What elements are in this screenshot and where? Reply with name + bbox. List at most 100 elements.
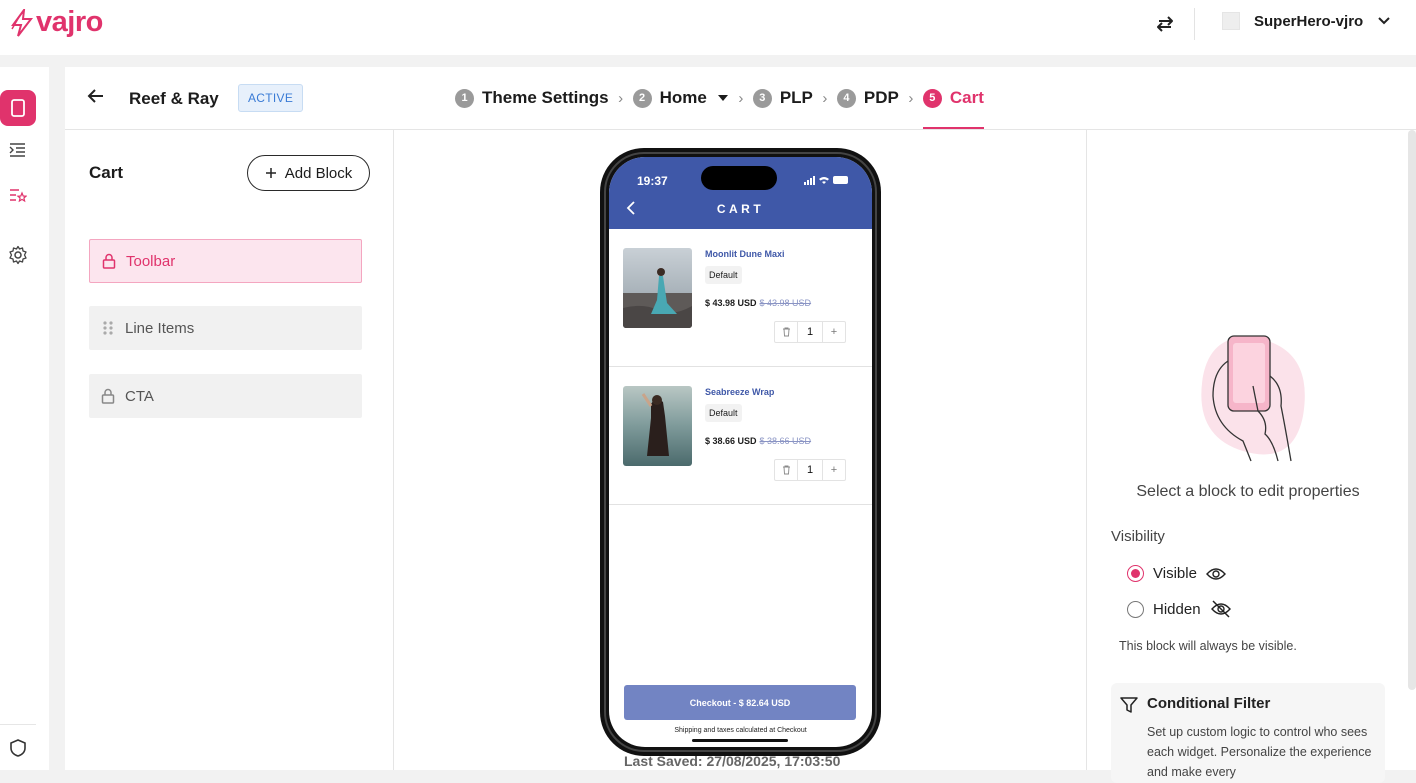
compare-price: $ 43.98 USD [759, 298, 812, 308]
block-toolbar[interactable]: Toolbar [89, 239, 362, 283]
step-label: Home [659, 88, 707, 107]
price-row: $ 38.66 USD $ 38.66 USD [705, 436, 811, 446]
swap-arrows-icon[interactable] [1153, 12, 1177, 36]
checkout-button[interactable]: Checkout - $ 82.64 USD [624, 685, 856, 720]
step-number: 4 [836, 88, 856, 108]
option-label: Visible [1153, 565, 1197, 582]
properties-panel: Select a block to edit properties Visibi… [1086, 130, 1416, 783]
trash-icon[interactable] [775, 322, 797, 342]
compare-price: $ 38.66 USD [759, 436, 812, 446]
step-pdp[interactable]: 4 PDP [836, 88, 899, 108]
conditional-filter-title: Conditional Filter [1147, 695, 1271, 712]
plus-icon[interactable]: + [823, 460, 845, 480]
quantity-value: 1 [797, 460, 823, 480]
status-time: 19:37 [637, 174, 668, 188]
visibility-visible-option[interactable]: Visible [1127, 565, 1226, 582]
caret-down-icon[interactable] [717, 94, 729, 102]
quantity-stepper: 1 + [774, 459, 846, 481]
plus-icon[interactable]: + [823, 322, 845, 342]
cart-line-item: Moonlit Dune Maxi Default $ 43.98 USD $ … [609, 229, 872, 367]
product-image [623, 386, 692, 466]
add-block-button[interactable]: Add Block [247, 155, 370, 191]
shield-icon [10, 739, 26, 757]
hand-phone-illustration [1201, 335, 1305, 462]
product-name[interactable]: Moonlit Dune Maxi [705, 249, 785, 259]
app-toolbar[interactable]: 19:37 CART [609, 157, 872, 229]
phone-preview-area: 19:37 CART Moonlit Dune Maxi Default $ 4… [395, 130, 1085, 770]
visible-radio[interactable] [1127, 565, 1144, 582]
option-label: Hidden [1153, 600, 1201, 618]
store-avatar [1222, 12, 1240, 30]
plus-icon [265, 168, 276, 178]
blocks-panel: Cart Add Block Toolbar Line Items CTA [65, 130, 394, 770]
chevron-right-icon: › [908, 89, 914, 107]
phone-preview-icon [11, 99, 25, 117]
step-number: 3 [752, 88, 772, 108]
add-block-label: Add Block [284, 164, 353, 182]
list-indent-icon [9, 143, 25, 157]
price: $ 38.66 USD [705, 436, 757, 446]
cart-line-item: Seabreeze Wrap Default $ 38.66 USD $ 38.… [609, 367, 872, 505]
rail-item-preview[interactable] [0, 90, 36, 126]
dynamic-island [701, 166, 777, 190]
step-theme-settings[interactable]: 1 Theme Settings [455, 88, 609, 108]
topbar-divider [1194, 8, 1195, 40]
quantity-stepper: 1 + [774, 321, 846, 343]
panel-title: Cart [89, 163, 124, 182]
back-arrow-icon[interactable] [87, 87, 105, 105]
drag-handle-icon[interactable] [101, 320, 115, 336]
variant-chip: Default [705, 266, 742, 284]
hidden-radio[interactable] [1127, 600, 1144, 618]
chevron-right-icon: › [822, 89, 828, 107]
eye-icon [1205, 567, 1226, 580]
step-label: Theme Settings [482, 88, 609, 107]
editor-main: Reef & Ray ACTIVE 1 Theme Settings › 2 H… [65, 67, 1416, 783]
block-cta[interactable]: CTA [89, 374, 362, 418]
step-number: 2 [632, 88, 652, 108]
step-number: 5 [922, 88, 942, 108]
star-list-icon [10, 189, 27, 203]
lightning-logo-icon [11, 8, 34, 37]
step-home[interactable]: 2 Home [632, 88, 729, 108]
block-label: Line Items [125, 319, 195, 337]
rail-item-settings[interactable] [0, 237, 36, 273]
product-name[interactable]: Seabreeze Wrap [705, 387, 774, 397]
block-label: CTA [125, 387, 154, 405]
price: $ 43.98 USD [705, 298, 757, 308]
editor-header: Reef & Ray ACTIVE 1 Theme Settings › 2 H… [65, 67, 1416, 130]
block-line-items[interactable]: Line Items [89, 306, 362, 350]
app-title: CART [716, 202, 765, 216]
visibility-hidden-option[interactable]: Hidden [1127, 600, 1232, 618]
vajro-logo[interactable]: vajro [10, 6, 103, 39]
step-label: Cart [949, 88, 984, 107]
quantity-value: 1 [797, 322, 823, 342]
step-label: PDP [863, 88, 899, 107]
logo-text: vajro [36, 6, 103, 38]
step-nav: 1 Theme Settings › 2 Home › 3 PLP › 4 PD… [455, 87, 984, 129]
lock-icon [102, 253, 116, 269]
home-indicator [692, 739, 788, 742]
trash-icon[interactable] [775, 460, 797, 480]
conditional-filter-card[interactable]: Conditional Filter Set up custom logic t… [1111, 683, 1385, 783]
theme-name: Reef & Ray [129, 89, 219, 108]
eye-off-icon [1210, 600, 1231, 618]
store-selector[interactable]: SuperHero-vjro [1222, 12, 1391, 30]
block-label: Toolbar [126, 252, 176, 270]
scrollbar[interactable] [1408, 130, 1416, 690]
rail-divider [0, 724, 36, 725]
visibility-note: This block will always be visible. [1119, 639, 1297, 653]
phone-screen: 19:37 CART Moonlit Dune Maxi Default $ 4… [609, 157, 872, 747]
select-block-message: Select a block to edit properties [1136, 483, 1360, 500]
rail-item-security[interactable] [0, 730, 36, 766]
conditional-filter-description: Set up custom logic to control who sees … [1147, 725, 1372, 779]
rail-item-featured[interactable] [0, 177, 36, 213]
phone-frame: 19:37 CART Moonlit Dune Maxi Default $ 4… [600, 148, 881, 756]
shipping-note: Shipping and taxes calculated at Checkou… [674, 727, 807, 734]
price-row: $ 43.98 USD $ 43.98 USD [705, 298, 811, 308]
last-saved: Last Saved: 27/08/2025, 17:03:50 [624, 753, 841, 769]
rail-item-pages[interactable] [0, 132, 36, 168]
step-cart[interactable]: 5 Cart [922, 88, 984, 129]
store-name: SuperHero-vjro [1254, 12, 1364, 30]
step-plp[interactable]: 3 PLP [752, 88, 813, 108]
filter-icon [1120, 697, 1138, 713]
